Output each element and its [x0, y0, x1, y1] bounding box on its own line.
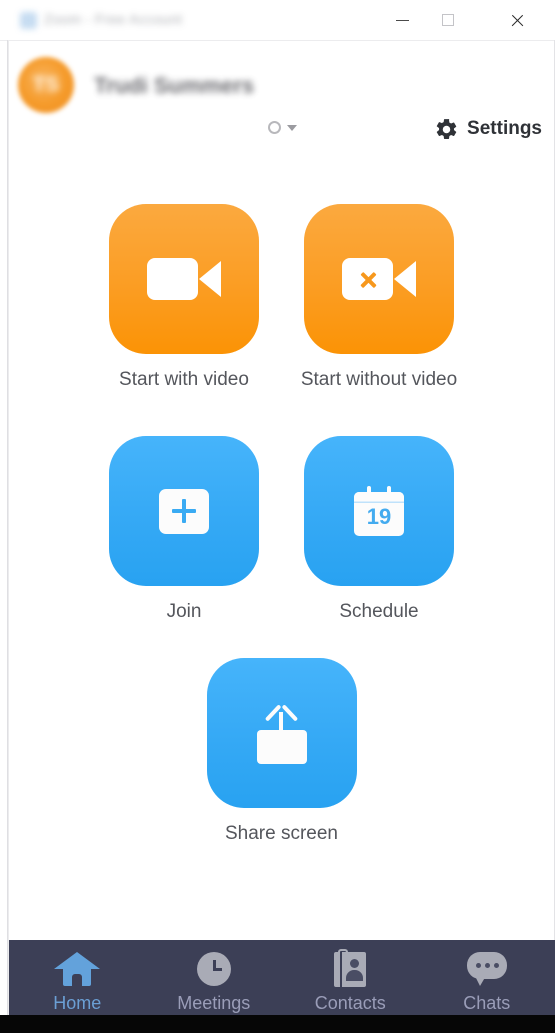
nav-label-meetings: Meetings	[177, 993, 251, 1013]
title-bar: Zoom - Free Account	[0, 0, 555, 41]
share-screen-up-arrow-icon	[254, 702, 310, 764]
home-action-grid: Start with video Start without video Joi…	[9, 146, 554, 940]
nav-label-contacts: Contacts	[314, 993, 386, 1013]
plus-square-icon	[159, 488, 209, 534]
avatar-initials: TS	[32, 73, 60, 96]
nav-item-home[interactable]: Home	[9, 940, 146, 1015]
minimize-button[interactable]	[379, 0, 425, 40]
clock-icon	[196, 951, 231, 987]
settings-button[interactable]: Settings	[434, 113, 542, 145]
nav-item-meetings[interactable]: Meetings	[146, 940, 283, 1015]
tile-row-share: Share screen	[9, 658, 554, 845]
nav-item-contacts[interactable]: Contacts	[282, 940, 419, 1015]
chevron-down-icon[interactable]	[287, 125, 297, 131]
minimize-icon	[395, 19, 409, 21]
window-title: Zoom - Free Account	[44, 11, 183, 27]
schedule-icon-box: 19	[304, 436, 454, 586]
zoom-logo-icon	[20, 12, 37, 29]
nav-label-chats: Chats	[463, 993, 511, 1013]
user-name: Trudi Summers	[94, 73, 255, 98]
close-button[interactable]	[494, 0, 540, 40]
maximize-icon	[442, 14, 454, 26]
contacts-book-icon	[334, 948, 367, 987]
start-without-video-icon-box	[304, 204, 454, 354]
tile-row-video: Start with video Start without video	[9, 204, 554, 391]
schedule-label: Schedule	[339, 601, 419, 622]
bottom-navigation-bar: Home Meetings Contacts Chats	[9, 940, 555, 1015]
share-screen-label: Share screen	[224, 823, 338, 844]
maximize-button[interactable]	[425, 0, 471, 40]
join-label: Join	[166, 601, 202, 622]
settings-label: Settings	[467, 118, 542, 139]
nav-label-home: Home	[53, 993, 102, 1013]
join-icon-box	[109, 436, 259, 586]
start-with-video-label: Start with video	[119, 369, 249, 390]
start-with-video-icon-box	[109, 204, 259, 354]
video-camera-off-icon	[342, 258, 416, 300]
zoom-app-window: Zoom - Free Account TS Trudi Summers Set…	[0, 0, 555, 1033]
join-tile[interactable]: Join	[109, 436, 259, 623]
status-ring-icon[interactable]	[268, 121, 281, 134]
chat-bubble-icon	[466, 951, 507, 987]
start-without-video-tile[interactable]: Start without video	[300, 204, 458, 391]
home-icon	[54, 951, 101, 987]
share-screen-tile[interactable]: Share screen	[206, 658, 357, 845]
close-icon	[510, 13, 524, 27]
share-screen-icon-box	[206, 658, 357, 808]
calendar-day-number: 19	[366, 504, 392, 529]
tile-row-join-schedule: Join 19 Schedule	[9, 436, 554, 623]
start-without-video-label: Start without video	[300, 369, 458, 390]
video-camera-icon	[147, 258, 221, 300]
nav-item-chats[interactable]: Chats	[419, 940, 555, 1015]
start-with-video-tile[interactable]: Start with video	[109, 204, 259, 391]
desktop-background-strip	[0, 1015, 555, 1033]
calendar-icon: 19	[354, 486, 404, 536]
profile-header: TS Trudi Summers Settings	[9, 41, 554, 146]
schedule-tile[interactable]: 19 Schedule	[304, 436, 454, 623]
gear-icon	[436, 118, 457, 139]
